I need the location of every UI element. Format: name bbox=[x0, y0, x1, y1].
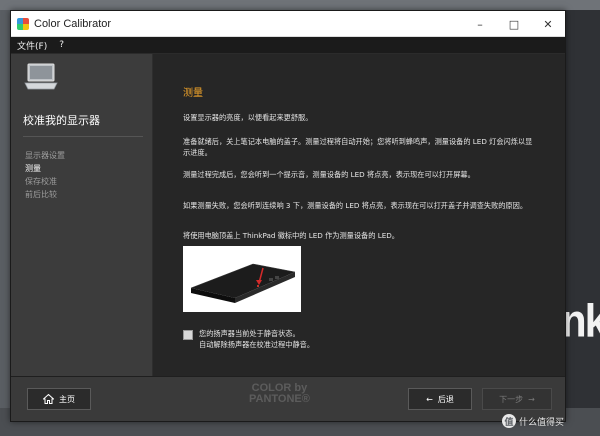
sidebar: 校准我的显示器 显示器设置 测量 保存校准 前后比较 bbox=[11, 54, 153, 376]
close-button[interactable]: ✕ bbox=[531, 11, 565, 37]
menu-bar: 文件(F) ? bbox=[11, 37, 565, 53]
mute-option: 您的扬声器当前处于静音状态。 自动解除扬声器在校准过程中静音。 bbox=[183, 328, 314, 350]
content-area: 校准我的显示器 显示器设置 测量 保存校准 前后比较 测量 设置显示器的亮度，以… bbox=[11, 54, 565, 376]
back-button-label: 后退 bbox=[437, 394, 454, 404]
site-watermark: 值 什么值得买 bbox=[501, 414, 564, 428]
desktop-right-panel: nk bbox=[542, 10, 600, 436]
window-controls: – □ ✕ bbox=[463, 11, 565, 37]
desktop-brand-logo: nk bbox=[542, 297, 600, 345]
instruction-paragraph: 设置显示器的亮度，以便看起来更舒服。 bbox=[183, 113, 313, 122]
home-button-label: 主页 bbox=[59, 394, 75, 404]
instruction-paragraph: 准备就绪后，关上笔记本电脑的盖子。测量过程将自动开始；您将听到蜂鸣声，测量设备的… bbox=[183, 137, 533, 157]
minimize-button[interactable]: – bbox=[463, 11, 497, 37]
home-icon bbox=[43, 394, 54, 404]
step-display-setup: 显示器设置 bbox=[25, 151, 65, 160]
app-window: Color Calibrator – □ ✕ 文件(F) ? 校准我的显示器 显… bbox=[10, 10, 566, 422]
menu-help[interactable]: ? bbox=[59, 40, 64, 50]
sidebar-title: 校准我的显示器 bbox=[23, 114, 100, 127]
next-button-label: 下一步 bbox=[499, 394, 524, 404]
auto-unmute-text: 自动解除扬声器在校准过程中静音。 bbox=[199, 340, 315, 349]
instruction-paragraph: 如果测量失败，您会听到连续响 3 下，测量设备的 LED 将点亮，表示现在可以打… bbox=[183, 201, 528, 210]
step-save-calibration: 保存校准 bbox=[25, 177, 57, 186]
window-title: Color Calibrator bbox=[34, 17, 112, 30]
step-before-after: 前后比较 bbox=[25, 190, 57, 199]
main-panel: 测量 设置显示器的亮度，以便看起来更舒服。 准备就绪后，关上笔记本电脑的盖子。测… bbox=[153, 54, 565, 376]
step-measure: 测量 bbox=[25, 164, 41, 173]
back-button[interactable]: ← 后退 bbox=[408, 388, 472, 410]
instruction-paragraph: 测量过程完成后，您会听到一个提示音，测量设备的 LED 将点亮，表示现在可以打开… bbox=[183, 170, 475, 179]
instruction-paragraph: 将使用电脑顶盖上 ThinkPad 徽标中的 LED 作为测量设备的 LED。 bbox=[183, 231, 399, 240]
title-bar: Color Calibrator – □ ✕ bbox=[11, 11, 565, 37]
menu-file[interactable]: 文件(F) bbox=[17, 39, 47, 52]
arrow-right-icon: → bbox=[528, 394, 535, 404]
mute-status-text: 您的扬声器当前处于静音状态。 bbox=[199, 329, 300, 338]
arrow-left-icon: ← bbox=[426, 394, 433, 404]
maximize-button[interactable]: □ bbox=[497, 11, 531, 37]
sidebar-divider bbox=[23, 136, 143, 137]
laptop-icon bbox=[24, 63, 58, 90]
next-button[interactable]: 下一步 → bbox=[482, 388, 552, 410]
brand-line-2: PANTONE® bbox=[249, 393, 310, 405]
desktop-top-strip bbox=[0, 0, 600, 10]
mute-option-label: 您的扬声器当前处于静音状态。 自动解除扬声器在校准过程中静音。 bbox=[199, 328, 314, 350]
footer-bar: 主页 COLOR by PANTONE® ← 后退 下一步 → bbox=[11, 376, 565, 421]
step-list: 显示器设置 测量 保存校准 前后比较 bbox=[25, 149, 65, 201]
watermark-badge-icon: 值 bbox=[501, 414, 516, 428]
auto-unmute-checkbox[interactable] bbox=[183, 330, 193, 340]
pantone-logo: COLOR by PANTONE® bbox=[249, 383, 310, 405]
app-icon bbox=[17, 17, 29, 30]
watermark-text: 什么值得买 bbox=[518, 417, 564, 428]
home-button[interactable]: 主页 bbox=[27, 388, 91, 410]
section-title: 测量 bbox=[183, 88, 203, 99]
closed-laptop-image bbox=[183, 246, 301, 312]
